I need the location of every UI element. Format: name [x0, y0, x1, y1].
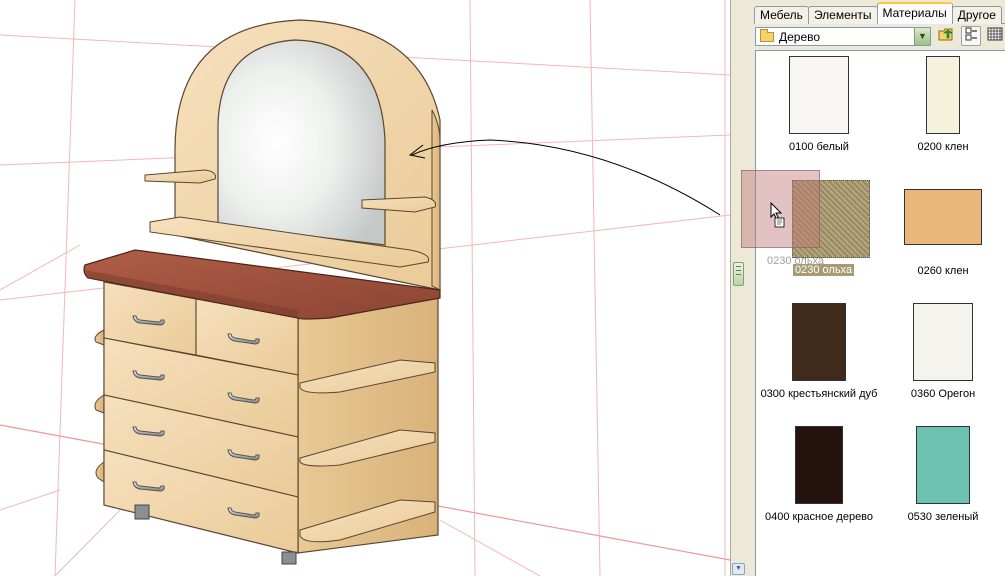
tab-other[interactable]: Другое [951, 6, 1002, 24]
3d-viewport[interactable] [0, 0, 730, 576]
material-item[interactable]: 0200 клен [880, 51, 1005, 169]
material-item[interactable]: 0360 Орегон [880, 298, 1005, 416]
material-label: 0530 зеленый [907, 511, 979, 523]
material-label: 0200 клен [917, 141, 969, 153]
grid-view-button[interactable] [985, 26, 1005, 46]
material-swatch [789, 56, 849, 134]
mirror [217, 39, 386, 246]
material-item[interactable]: 0100 белый [756, 51, 882, 169]
material-swatch [926, 56, 960, 134]
drag-ghost-label: 0230 ольха [767, 255, 825, 267]
material-swatch [795, 426, 843, 504]
furniture-scene [0, 0, 730, 576]
folder-icon [760, 28, 774, 42]
scroll-down-button[interactable]: ▼ [732, 563, 745, 575]
list-view-button[interactable] [961, 26, 981, 46]
material-label: 0400 красное дерево [764, 511, 874, 523]
tab-materials[interactable]: Материалы [876, 2, 953, 24]
material-item[interactable]: 0260 клен [880, 175, 1005, 293]
folder-select-value: Дерево [779, 29, 821, 44]
material-swatch [913, 303, 973, 381]
material-label: 0100 белый [789, 141, 849, 153]
material-item[interactable]: 0530 зеленый [880, 421, 1005, 539]
tab-elements[interactable]: Элементы [807, 6, 878, 24]
material-item[interactable]: 0400 красное дерево [756, 421, 882, 539]
left-small-shelf [144, 169, 216, 184]
panel-splitter[interactable]: ▼ [730, 0, 746, 576]
material-swatch [904, 189, 982, 245]
folder-up-button[interactable] [936, 26, 956, 46]
material-label: 0360 Орегон [910, 388, 976, 400]
library-panel: Мебель Элементы Материалы Другое Дерево … [746, 0, 1005, 576]
materials-grid: 0100 белый 0200 клен 0230 ольха 0260 кле… [755, 50, 1005, 576]
list-view-icon [965, 27, 977, 41]
material-label: 0300 крестьянский дуб [760, 388, 878, 400]
drag-cursor-icon [770, 202, 785, 228]
tab-bar: Мебель Элементы Материалы Другое [754, 2, 1002, 24]
chevron-down-icon[interactable]: ▼ [914, 28, 930, 45]
material-swatch [916, 426, 970, 504]
drag-path [411, 139, 721, 216]
material-swatch [792, 303, 846, 381]
tab-furniture[interactable]: Мебель [754, 6, 809, 24]
folder-up-icon [938, 28, 953, 41]
folder-select[interactable]: Дерево ▼ [755, 27, 931, 46]
material-item[interactable]: 0300 крестьянский дуб [756, 298, 882, 416]
splitter-grip[interactable] [733, 262, 744, 286]
grid-view-icon [987, 27, 1003, 41]
material-label: 0260 клен [917, 265, 969, 277]
